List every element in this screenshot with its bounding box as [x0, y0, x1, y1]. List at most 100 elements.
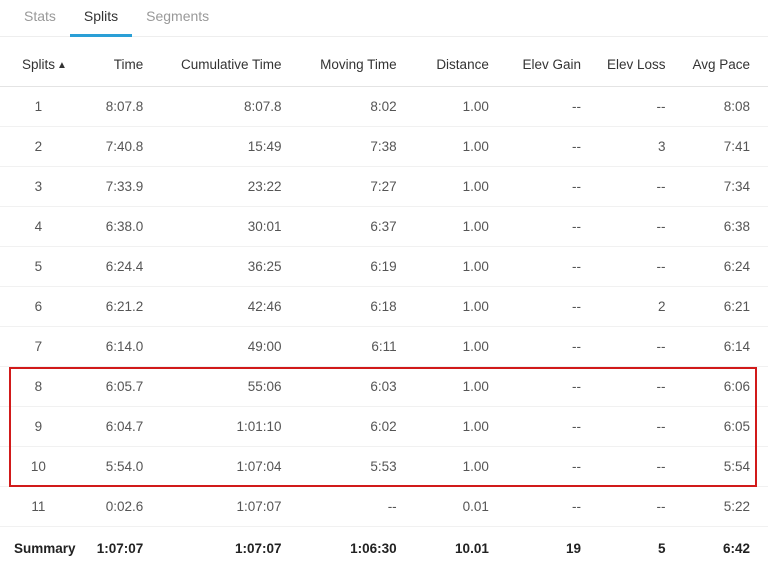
cell-time: 6:24.4: [77, 247, 161, 287]
header-moving-time[interactable]: Moving Time: [300, 37, 415, 87]
table-row[interactable]: 110:02.61:07:07--0.01----5:22: [0, 487, 768, 527]
cell-loss: 3: [599, 127, 683, 167]
cell-gain: --: [507, 407, 599, 447]
tabs: Stats Splits Segments: [0, 0, 768, 37]
cell-split: 7: [0, 327, 77, 367]
header-time[interactable]: Time: [77, 37, 161, 87]
cell-cumulative: 49:00: [161, 327, 299, 367]
cell-time: 6:21.2: [77, 287, 161, 327]
summary-row: Summary1:07:071:07:071:06:3010.011956:42: [0, 527, 768, 562]
cell-distance: 1.00: [415, 87, 507, 127]
cell-gain: --: [507, 127, 599, 167]
summary-time: 1:07:07: [77, 527, 161, 562]
cell-cumulative: 15:49: [161, 127, 299, 167]
cell-distance: 1.00: [415, 287, 507, 327]
cell-distance: 1.00: [415, 127, 507, 167]
cell-moving: 7:27: [300, 167, 415, 207]
cell-pace: 7:41: [683, 127, 768, 167]
tab-stats[interactable]: Stats: [10, 0, 70, 37]
table-row[interactable]: 66:21.242:466:181.00--26:21: [0, 287, 768, 327]
table-header-row: Splits▲ Time Cumulative Time Moving Time…: [0, 37, 768, 87]
cell-cumulative: 8:07.8: [161, 87, 299, 127]
summary-moving: 1:06:30: [300, 527, 415, 562]
cell-gain: --: [507, 287, 599, 327]
header-cumulative-time[interactable]: Cumulative Time: [161, 37, 299, 87]
cell-moving: 5:53: [300, 447, 415, 487]
cell-pace: 5:22: [683, 487, 768, 527]
cell-split: 3: [0, 167, 77, 207]
cell-loss: --: [599, 247, 683, 287]
table-row[interactable]: 105:54.01:07:045:531.00----5:54: [0, 447, 768, 487]
cell-cumulative: 36:25: [161, 247, 299, 287]
table-row[interactable]: 86:05.755:066:031.00----6:06: [0, 367, 768, 407]
cell-loss: --: [599, 367, 683, 407]
cell-time: 6:14.0: [77, 327, 161, 367]
header-elev-loss[interactable]: Elev Loss: [599, 37, 683, 87]
cell-split: 11: [0, 487, 77, 527]
cell-pace: 7:34: [683, 167, 768, 207]
cell-gain: --: [507, 87, 599, 127]
cell-moving: 6:19: [300, 247, 415, 287]
cell-distance: 1.00: [415, 407, 507, 447]
cell-gain: --: [507, 247, 599, 287]
cell-split: 10: [0, 447, 77, 487]
summary-gain: 19: [507, 527, 599, 562]
cell-pace: 5:54: [683, 447, 768, 487]
table-row[interactable]: 76:14.049:006:111.00----6:14: [0, 327, 768, 367]
cell-pace: 6:38: [683, 207, 768, 247]
cell-time: 7:40.8: [77, 127, 161, 167]
cell-split: 9: [0, 407, 77, 447]
table-row[interactable]: 27:40.815:497:381.00--37:41: [0, 127, 768, 167]
table-row[interactable]: 96:04.71:01:106:021.00----6:05: [0, 407, 768, 447]
cell-moving: 6:03: [300, 367, 415, 407]
cell-loss: --: [599, 407, 683, 447]
sort-asc-icon: ▲: [57, 60, 67, 71]
cell-gain: --: [507, 447, 599, 487]
cell-gain: --: [507, 487, 599, 527]
cell-cumulative: 23:22: [161, 167, 299, 207]
cell-moving: 7:38: [300, 127, 415, 167]
header-avg-pace[interactable]: Avg Pace: [683, 37, 768, 87]
header-distance[interactable]: Distance: [415, 37, 507, 87]
cell-split: 6: [0, 287, 77, 327]
cell-time: 7:33.9: [77, 167, 161, 207]
cell-loss: --: [599, 167, 683, 207]
cell-split: 5: [0, 247, 77, 287]
cell-distance: 1.00: [415, 447, 507, 487]
cell-cumulative: 1:07:07: [161, 487, 299, 527]
tab-segments[interactable]: Segments: [132, 0, 223, 37]
cell-pace: 6:24: [683, 247, 768, 287]
header-splits[interactable]: Splits▲: [0, 37, 77, 87]
cell-distance: 1.00: [415, 367, 507, 407]
table-row[interactable]: 46:38.030:016:371.00----6:38: [0, 207, 768, 247]
cell-loss: --: [599, 207, 683, 247]
cell-gain: --: [507, 207, 599, 247]
table-row[interactable]: 18:07.88:07.88:021.00----8:08: [0, 87, 768, 127]
cell-moving: 6:18: [300, 287, 415, 327]
cell-cumulative: 30:01: [161, 207, 299, 247]
tab-splits[interactable]: Splits: [70, 0, 132, 37]
cell-moving: 8:02: [300, 87, 415, 127]
cell-moving: 6:11: [300, 327, 415, 367]
cell-pace: 8:08: [683, 87, 768, 127]
cell-distance: 0.01: [415, 487, 507, 527]
splits-table: Splits▲ Time Cumulative Time Moving Time…: [0, 37, 768, 562]
cell-cumulative: 1:07:04: [161, 447, 299, 487]
cell-loss: --: [599, 447, 683, 487]
cell-split: 1: [0, 87, 77, 127]
table-body: 18:07.88:07.88:021.00----8:0827:40.815:4…: [0, 87, 768, 562]
cell-gain: --: [507, 367, 599, 407]
cell-time: 6:04.7: [77, 407, 161, 447]
summary-loss: 5: [599, 527, 683, 562]
cell-loss: 2: [599, 287, 683, 327]
summary-label: Summary: [0, 527, 77, 562]
cell-cumulative: 55:06: [161, 367, 299, 407]
cell-distance: 1.00: [415, 327, 507, 367]
header-elev-gain[interactable]: Elev Gain: [507, 37, 599, 87]
table-row[interactable]: 56:24.436:256:191.00----6:24: [0, 247, 768, 287]
summary-cumulative: 1:07:07: [161, 527, 299, 562]
cell-distance: 1.00: [415, 247, 507, 287]
table-row[interactable]: 37:33.923:227:271.00----7:34: [0, 167, 768, 207]
cell-cumulative: 1:01:10: [161, 407, 299, 447]
cell-split: 2: [0, 127, 77, 167]
